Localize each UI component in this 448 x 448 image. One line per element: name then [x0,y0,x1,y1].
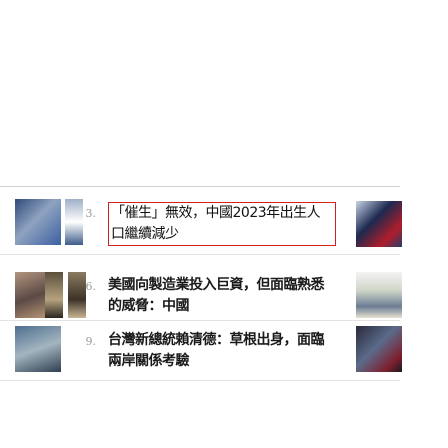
row-divider [0,380,400,381]
row-divider [0,254,400,255]
article-rank: 3. [85,207,97,220]
row-divider [0,320,400,321]
article-rank: 6. [85,280,97,293]
article-rank: 9. [85,335,97,348]
news-photo-icon[interactable] [356,326,402,372]
article-thumbnail-strip[interactable] [45,272,63,318]
article-headline-link[interactable]: 「催生」無效，中國2023年出生人口繼續減少 [108,202,336,246]
article-headline-link[interactable]: 美國向製造業投入巨資，但面臨熟悉的威脅：中國 [108,275,336,317]
news-photo-icon[interactable] [356,201,402,247]
article-thumbnail[interactable] [15,326,61,372]
article-thumbnail-strip[interactable] [65,199,83,245]
section-top-divider [0,186,400,187]
most-viewed-list: 3. 「催生」無效，中國2023年出生人口繼續減少 6. 美國向製造業投入巨資，… [0,0,448,448]
article-headline-link[interactable]: 台灣新總統賴清德：草根出身，面臨兩岸關係考驗 [108,330,336,372]
news-photo-icon[interactable] [356,272,402,318]
article-thumbnail[interactable] [15,199,61,245]
article-thumbnail-strip[interactable] [68,272,86,318]
